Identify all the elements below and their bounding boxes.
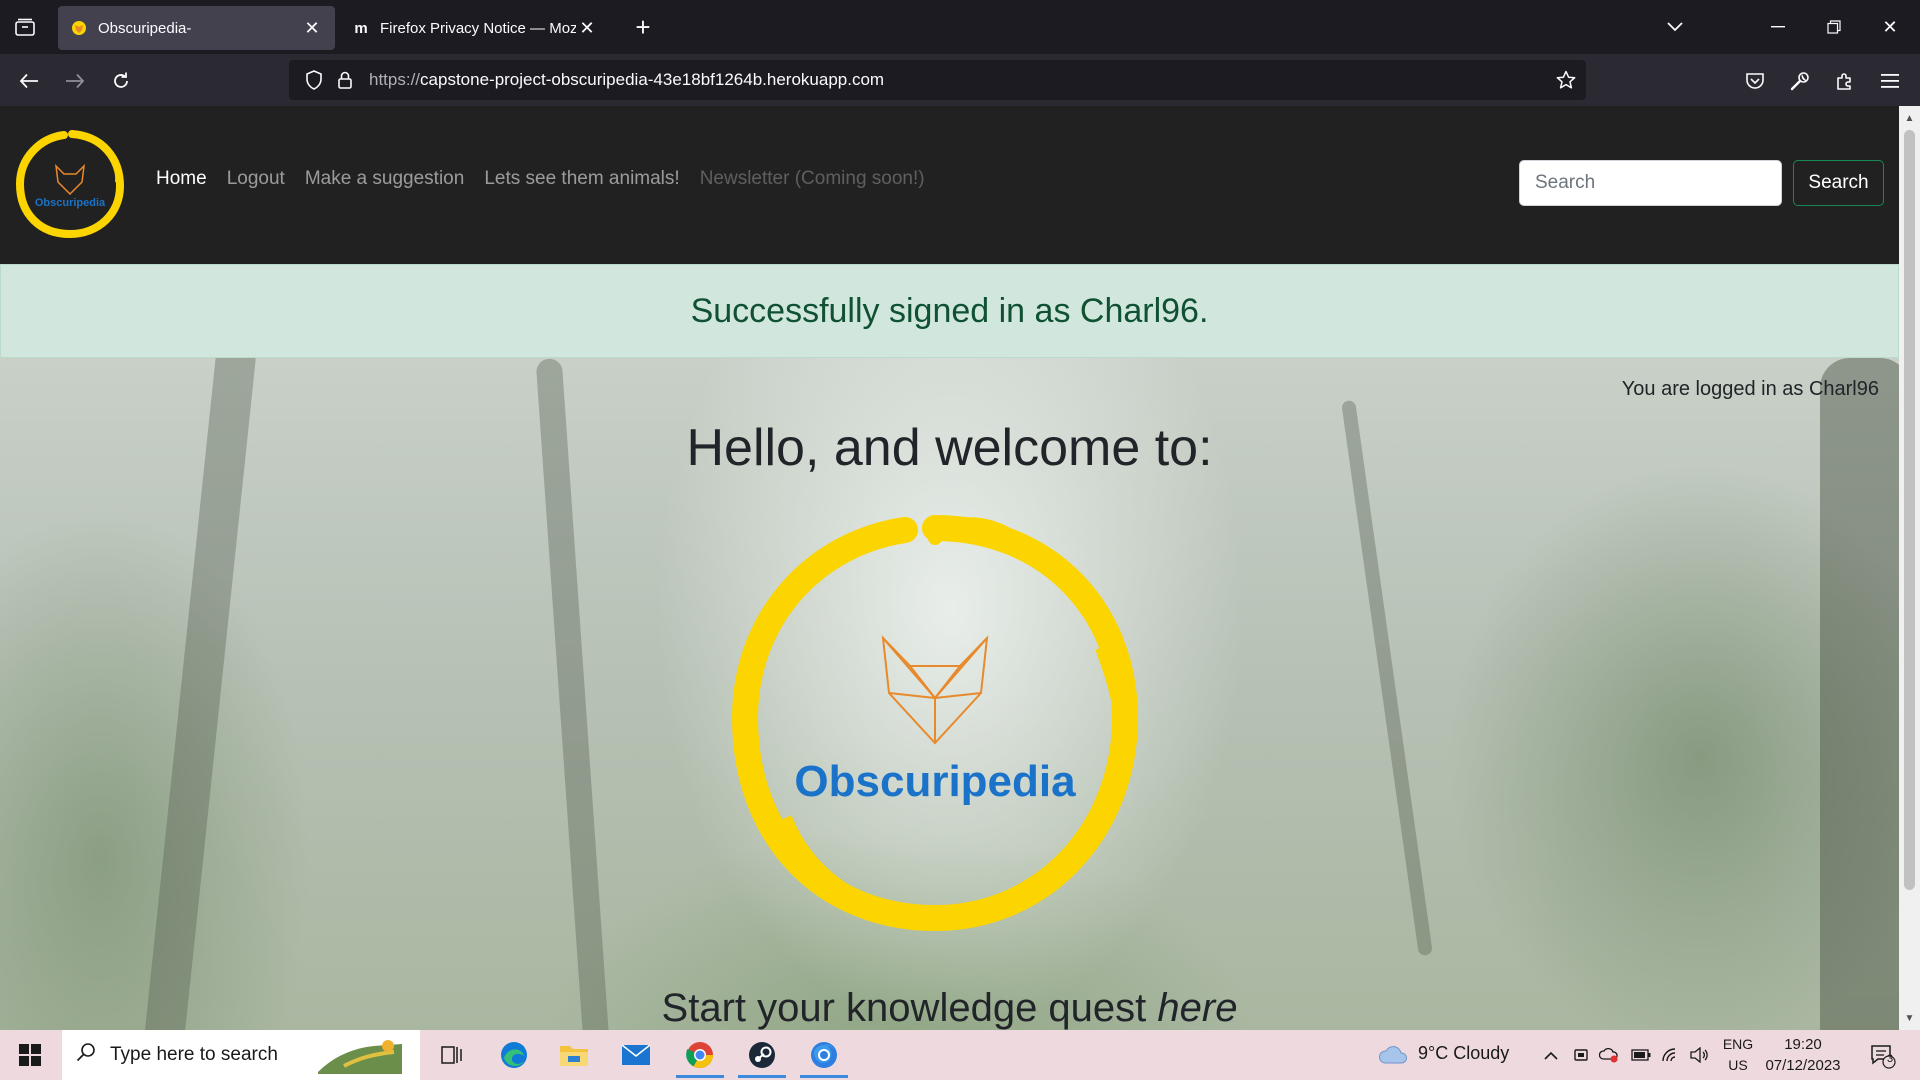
- close-tab-icon[interactable]: ✕: [301, 17, 323, 39]
- bookmark-star-icon[interactable]: [1546, 70, 1586, 90]
- welcome-heading: Hello, and welcome to:: [686, 419, 1213, 477]
- taskbar-search-box[interactable]: Type here to search: [62, 1030, 420, 1080]
- nav-suggestion-link[interactable]: Make a suggestion: [305, 168, 465, 190]
- chrome-icon[interactable]: [672, 1032, 728, 1078]
- obscuripedia-logo[interactable]: Obscuripedia: [14, 128, 126, 240]
- vine-decoration: [1341, 399, 1433, 957]
- firefox-icon[interactable]: [796, 1032, 852, 1078]
- notification-center-icon[interactable]: 3: [1868, 1042, 1898, 1070]
- battery-icon[interactable]: [1630, 1044, 1652, 1066]
- clock-time: 19:20: [1784, 1036, 1822, 1053]
- pocket-icon[interactable]: [1738, 64, 1772, 98]
- onedrive-error-icon[interactable]: [1598, 1044, 1620, 1066]
- region-code: US: [1728, 1057, 1748, 1073]
- language-indicator[interactable]: ENG US: [1718, 1034, 1758, 1076]
- quest-prefix: Start your knowledge quest: [661, 986, 1158, 1030]
- notification-count: 3: [1886, 1053, 1894, 1065]
- browser-nav-bar: https://capstone-project-obscuripedia-43…: [0, 54, 1920, 106]
- logo-text: Obscuripedia: [35, 197, 106, 209]
- file-explorer-icon[interactable]: [546, 1032, 602, 1078]
- site-navbar: Obscuripedia Home Logout Make a suggesti…: [0, 106, 1899, 264]
- windows-start-icon[interactable]: [8, 1040, 52, 1070]
- chevron-down-icon[interactable]: [1660, 14, 1690, 40]
- volume-icon[interactable]: [1688, 1044, 1710, 1066]
- tab-title: Firefox Privacy Notice — Mozill: [380, 19, 576, 37]
- close-tab-icon[interactable]: ✕: [576, 17, 598, 39]
- nav-logout-link[interactable]: Logout: [227, 168, 285, 190]
- minimize-button[interactable]: [1758, 10, 1798, 44]
- weather-text[interactable]: 9°C Cloudy: [1418, 1043, 1509, 1064]
- obscuripedia-hero-logo: Obscuripedia: [731, 515, 1139, 932]
- wrench-icon[interactable]: [1783, 64, 1817, 98]
- taskbar-search-placeholder: Type here to search: [110, 1044, 278, 1065]
- tab-obscuripedia[interactable]: Obscuripedia- ✕: [58, 6, 335, 50]
- url-host: capstone-project-obscuripedia-43e18bf126…: [420, 70, 885, 89]
- logged-in-status: You are logged in as Charl96: [1621, 378, 1879, 400]
- task-view-icon[interactable]: [424, 1032, 480, 1078]
- steam-icon[interactable]: [734, 1032, 790, 1078]
- page-scrollbar[interactable]: ▲ ▼: [1899, 106, 1920, 1030]
- system-clock[interactable]: 19:20 07/12/2023: [1760, 1034, 1846, 1076]
- site-nav-links: Home Logout Make a suggestion Lets see t…: [156, 168, 925, 190]
- back-arrow-icon[interactable]: [12, 64, 46, 98]
- tab-list-icon[interactable]: [10, 12, 40, 42]
- close-window-button[interactable]: ✕: [1870, 10, 1910, 44]
- restore-button[interactable]: [1814, 10, 1854, 44]
- language-code: ENG: [1722, 1036, 1754, 1052]
- url-protocol: https://: [369, 70, 421, 89]
- nav-home-link[interactable]: Home: [156, 168, 207, 190]
- site-search-button[interactable]: Search: [1793, 160, 1884, 206]
- tab-privacy-notice[interactable]: m Firefox Privacy Notice — Mozill ✕: [340, 6, 610, 50]
- nav-newsletter-link: Newsletter (Coming soon!): [699, 168, 925, 189]
- scroll-down-arrow-icon[interactable]: ▼: [1899, 1008, 1920, 1028]
- address-bar[interactable]: https://capstone-project-obscuripedia-43…: [289, 60, 1586, 100]
- fox-favicon-icon: [70, 19, 88, 37]
- new-tab-button[interactable]: +: [628, 12, 658, 42]
- hero-brand-text: Obscuripedia: [794, 757, 1076, 806]
- chevron-up-icon[interactable]: [1540, 1044, 1562, 1066]
- site-search-input[interactable]: [1519, 160, 1782, 206]
- edge-browser-icon[interactable]: [486, 1032, 542, 1078]
- mozilla-m-icon: m: [354, 19, 368, 37]
- search-highlight-icon: [318, 1040, 402, 1074]
- forward-arrow-icon[interactable]: [58, 64, 92, 98]
- hero-section: You are logged in as Charl96 Hello, and …: [0, 358, 1899, 1030]
- tab-title: Obscuripedia-: [98, 19, 192, 37]
- hamburger-menu-icon[interactable]: [1873, 64, 1907, 98]
- quest-text: Start your knowledge quest here: [0, 986, 1899, 1030]
- clock-date: 07/12/2023: [1765, 1057, 1841, 1074]
- lock-icon[interactable]: [331, 70, 359, 90]
- extensions-puzzle-icon[interactable]: [1828, 64, 1862, 98]
- reload-icon[interactable]: [104, 64, 138, 98]
- browser-tab-bar: Obscuripedia- ✕ m Firefox Privacy Notice…: [0, 0, 1920, 54]
- page-viewport: Obscuripedia Home Logout Make a suggesti…: [0, 106, 1899, 1030]
- shield-icon[interactable]: [297, 70, 331, 90]
- search-icon: [76, 1042, 96, 1068]
- mail-icon[interactable]: [608, 1032, 664, 1078]
- nav-animals-link[interactable]: Lets see them animals!: [484, 168, 679, 190]
- cloudy-weather-icon[interactable]: [1378, 1044, 1408, 1066]
- fox-head-icon: [881, 635, 989, 745]
- windows-taskbar: Type here to search 9°C Cloudy ENG US 19…: [0, 1030, 1920, 1080]
- scrollbar-thumb[interactable]: [1904, 130, 1915, 890]
- wifi-icon[interactable]: [1660, 1044, 1682, 1066]
- success-alert: Successfully signed in as Charl96.: [0, 264, 1899, 358]
- scroll-up-arrow-icon[interactable]: ▲: [1899, 108, 1920, 128]
- meet-now-icon[interactable]: [1570, 1044, 1592, 1066]
- url-text[interactable]: https://capstone-project-obscuripedia-43…: [369, 70, 1546, 90]
- quest-here-link[interactable]: here: [1157, 986, 1237, 1030]
